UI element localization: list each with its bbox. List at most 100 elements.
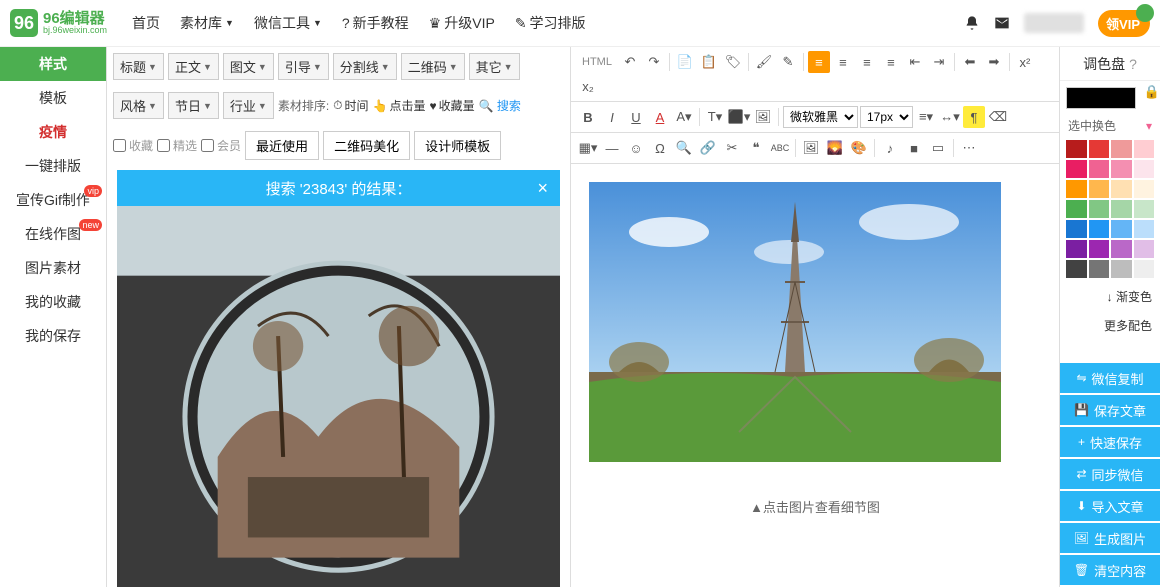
- sidebar-item-4[interactable]: 宣传Gif制作vip: [0, 183, 106, 217]
- filter-0[interactable]: 标题▼: [113, 53, 164, 80]
- more-icon[interactable]: ⋯: [958, 137, 980, 159]
- bgcolor-icon[interactable]: ⬛▾: [728, 106, 750, 128]
- line-height-icon[interactable]: ≡▾: [915, 106, 937, 128]
- unlink-icon[interactable]: ✂: [721, 137, 743, 159]
- close-icon[interactable]: ×: [537, 178, 548, 199]
- letter-spacing-icon[interactable]: ↔▾: [939, 106, 961, 128]
- sort-2[interactable]: ♥收藏量: [430, 97, 475, 114]
- font-family-select[interactable]: 微软雅黑: [783, 106, 858, 128]
- color-swatch-19[interactable]: [1134, 220, 1155, 238]
- vip-badge[interactable]: 领VIP: [1098, 10, 1150, 37]
- indent-left-icon[interactable]: ⇤: [904, 51, 926, 73]
- checkbox[interactable]: [157, 139, 170, 152]
- insert-img2-icon[interactable]: 🌄: [824, 137, 846, 159]
- color-swatch-6[interactable]: [1111, 160, 1132, 178]
- italic-icon[interactable]: I: [601, 106, 623, 128]
- image-icon[interactable]: 🖼: [752, 106, 774, 128]
- filter-4[interactable]: 分割线▼: [333, 53, 397, 80]
- color-swatch-0[interactable]: [1066, 140, 1087, 158]
- right-action-1[interactable]: 💾保存文章: [1060, 395, 1160, 425]
- highlight-icon[interactable]: ¶: [963, 106, 985, 128]
- right-action-2[interactable]: +快速保存: [1060, 427, 1160, 457]
- align-right-icon[interactable]: ≡: [856, 51, 878, 73]
- right-action-3[interactable]: ⇄同步微信: [1060, 459, 1160, 489]
- sidebar-item-0[interactable]: 样式: [0, 47, 106, 81]
- align-justify-icon[interactable]: ≡: [880, 51, 902, 73]
- nav-item-5[interactable]: ✎学习排版: [515, 13, 586, 33]
- insert-img-icon[interactable]: 🖼: [800, 137, 822, 159]
- sidebar-item-1[interactable]: 模板: [0, 81, 106, 115]
- indent-right-icon[interactable]: ⇥: [928, 51, 950, 73]
- color-swatch-23[interactable]: [1134, 240, 1155, 258]
- color-swatch-13[interactable]: [1089, 200, 1110, 218]
- align-left-icon[interactable]: ≡: [808, 51, 830, 73]
- color-swatch-9[interactable]: [1089, 180, 1110, 198]
- font-size-icon[interactable]: A▾: [673, 106, 695, 128]
- table-icon[interactable]: ▦▾: [577, 137, 599, 159]
- tag-icon[interactable]: 🏷: [722, 51, 744, 73]
- filter-2[interactable]: 图文▼: [223, 53, 274, 80]
- help-icon[interactable]: ?: [1129, 56, 1137, 72]
- checkbox[interactable]: [113, 139, 126, 152]
- bold-icon[interactable]: B: [577, 106, 599, 128]
- filter2-0[interactable]: 风格▼: [113, 92, 164, 119]
- color-swatch-21[interactable]: [1089, 240, 1110, 258]
- redo-icon[interactable]: ↷: [643, 51, 665, 73]
- sidebar-item-2[interactable]: 疫情: [0, 115, 106, 149]
- outdent-icon[interactable]: ⬅: [959, 51, 981, 73]
- clear-format-icon[interactable]: ⌫: [987, 106, 1009, 128]
- logo[interactable]: 96 96编辑器 bj.96weixin.com: [10, 9, 107, 37]
- sidebar-item-8[interactable]: 我的保存: [0, 319, 106, 353]
- color-swatch-25[interactable]: [1089, 260, 1110, 278]
- nav-item-4[interactable]: ♛升级VIP: [429, 13, 495, 33]
- color-swatch-17[interactable]: [1089, 220, 1110, 238]
- article-image[interactable]: [589, 182, 1001, 462]
- filter-3[interactable]: 引导▼: [278, 53, 329, 80]
- check-1[interactable]: 精选: [157, 137, 197, 154]
- color-swatch-24[interactable]: [1066, 260, 1087, 278]
- music-icon[interactable]: ♪: [879, 137, 901, 159]
- hr-icon[interactable]: —: [601, 137, 623, 159]
- paste-icon[interactable]: 📋: [698, 51, 720, 73]
- format-icon[interactable]: ✎: [777, 51, 799, 73]
- mail-icon[interactable]: [994, 15, 1010, 31]
- color-swatch-12[interactable]: [1066, 200, 1087, 218]
- action-btn-2[interactable]: 设计师模板: [414, 131, 501, 160]
- font-size-select[interactable]: 17px: [860, 106, 913, 128]
- insert-img3-icon[interactable]: 🎨: [848, 137, 870, 159]
- right-action-5[interactable]: 🖼生成图片: [1060, 523, 1160, 553]
- align-center-icon[interactable]: ≡: [832, 51, 854, 73]
- action-btn-1[interactable]: 二维码美化: [323, 131, 410, 160]
- sort-0[interactable]: ⏱时间: [333, 97, 368, 114]
- quote-icon[interactable]: ❝: [745, 137, 767, 159]
- color-swatch-10[interactable]: [1111, 180, 1132, 198]
- search-icon[interactable]: 🔍: [673, 137, 695, 159]
- sidebar-item-6[interactable]: 图片素材: [0, 251, 106, 285]
- color-swatch-27[interactable]: [1134, 260, 1155, 278]
- link-icon[interactable]: 🔗: [697, 137, 719, 159]
- editor-content[interactable]: ▲点击图片查看细节图: [571, 164, 1059, 587]
- video-icon[interactable]: ■: [903, 137, 925, 159]
- right-action-4[interactable]: ⬇导入文章: [1060, 491, 1160, 521]
- color-swatch-16[interactable]: [1066, 220, 1087, 238]
- nav-item-0[interactable]: 首页: [132, 13, 160, 33]
- right-action-0[interactable]: ⇋微信复制: [1060, 363, 1160, 393]
- filter-6[interactable]: 其它▼: [469, 53, 520, 80]
- color-swatch-11[interactable]: [1134, 180, 1155, 198]
- color-swatch-7[interactable]: [1134, 160, 1155, 178]
- subscript-icon[interactable]: x₂: [577, 75, 599, 97]
- sidebar-item-5[interactable]: 在线作图new: [0, 217, 106, 251]
- color-swatch-14[interactable]: [1111, 200, 1132, 218]
- filter-1[interactable]: 正文▼: [168, 53, 219, 80]
- font-color-icon[interactable]: A: [649, 106, 671, 128]
- search-link[interactable]: 🔍 搜索: [479, 97, 521, 114]
- filter2-2[interactable]: 行业▼: [223, 92, 274, 119]
- color-swatch-15[interactable]: [1134, 200, 1155, 218]
- check-0[interactable]: 收藏: [113, 137, 153, 154]
- filter2-1[interactable]: 节日▼: [168, 92, 219, 119]
- action-btn-0[interactable]: 最近使用: [245, 131, 319, 160]
- bell-icon[interactable]: [964, 15, 980, 31]
- color-swatch-26[interactable]: [1111, 260, 1132, 278]
- copy-icon[interactable]: 📄: [674, 51, 696, 73]
- brush-icon[interactable]: 🖌: [753, 51, 775, 73]
